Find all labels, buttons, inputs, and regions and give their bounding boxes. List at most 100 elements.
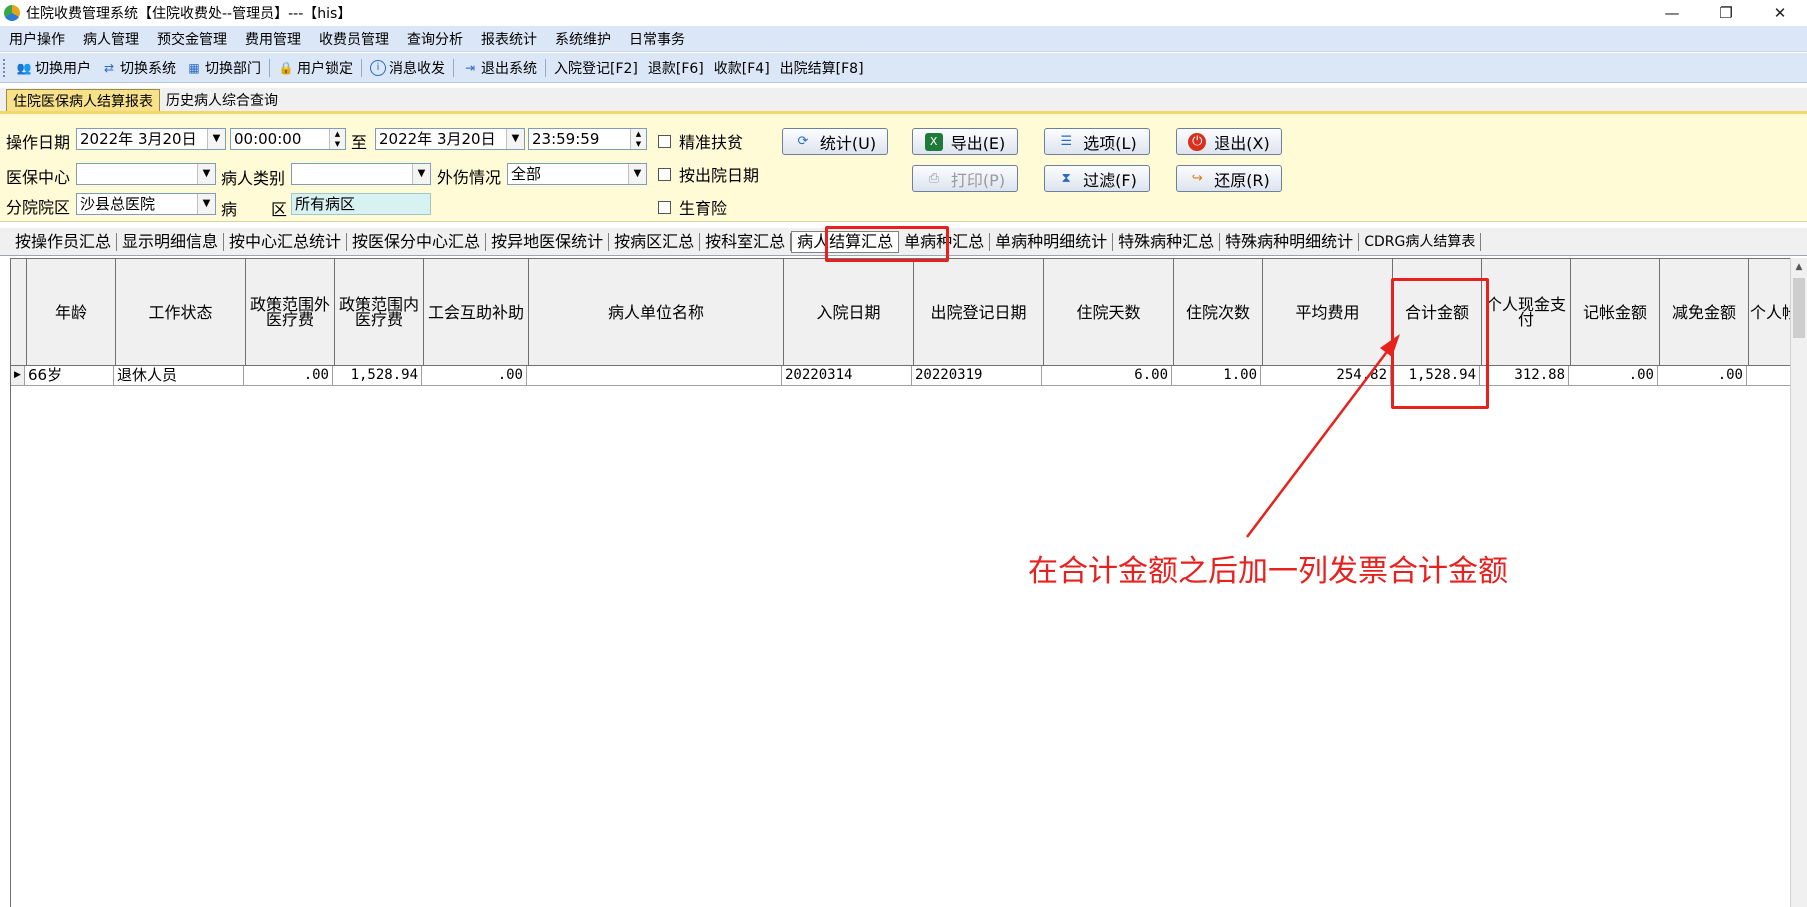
- exit-system-button[interactable]: ⇥ 退出系统: [457, 56, 542, 80]
- export-button[interactable]: X 导出(E): [912, 128, 1018, 155]
- table-cell[interactable]: 退休人员: [114, 366, 244, 386]
- table-cell[interactable]: 6.00: [1042, 366, 1172, 386]
- table-cell[interactable]: 254.82: [1261, 366, 1391, 386]
- branch-select[interactable]: 沙县总医院 ▼: [76, 193, 216, 215]
- admission-register-button[interactable]: 入院登记[F2]: [549, 56, 643, 80]
- annotation-text: 在合计金额之后加一列发票合计金额: [1028, 554, 1508, 589]
- tab-special-disease-detail[interactable]: 特殊病种明细统计: [1220, 232, 1360, 251]
- column-header[interactable]: 住院次数: [1174, 259, 1263, 366]
- maternity-checkbox[interactable]: 生育险: [658, 195, 727, 219]
- op-date-label: 操作日期: [6, 133, 71, 152]
- column-header[interactable]: 平均费用: [1263, 259, 1393, 366]
- vertical-scrollbar[interactable]: ▲: [1790, 258, 1807, 907]
- toolbar-grip[interactable]: [3, 58, 7, 77]
- table-cell[interactable]: 1.00: [1172, 366, 1261, 386]
- lock-user-button[interactable]: 🔒 用户锁定: [273, 56, 358, 80]
- column-header[interactable]: 政策范围内医疗费: [335, 259, 424, 366]
- spin-arrows-icon[interactable]: ▲ ▼: [630, 129, 646, 149]
- time-from-input[interactable]: 00:00:00 ▲ ▼: [230, 128, 346, 150]
- table-row[interactable]: ▶ 66岁 退休人员 .00 1,528.94 .00 20220314 202…: [11, 366, 1807, 386]
- tab-show-detail[interactable]: 显示明细信息: [117, 232, 225, 251]
- table-cell[interactable]: .00: [1569, 366, 1658, 386]
- column-header[interactable]: 工会互助补助: [424, 259, 529, 366]
- injury-select[interactable]: 全部 ▼: [507, 163, 647, 185]
- chevron-down-icon[interactable]: ▼: [197, 194, 215, 214]
- tab-by-operator[interactable]: 按操作员汇总: [10, 232, 118, 251]
- table-cell[interactable]: .00: [422, 366, 527, 386]
- menu-system-maint[interactable]: 系统维护: [546, 29, 620, 49]
- tab-by-ward[interactable]: 按病区汇总: [609, 232, 701, 251]
- insurance-center-select[interactable]: ▼: [76, 163, 216, 185]
- ward-field[interactable]: 所有病区: [291, 193, 431, 215]
- column-header[interactable]: 减免金额: [1660, 259, 1749, 366]
- chevron-down-icon[interactable]: ▼: [207, 129, 225, 149]
- scroll-thumb[interactable]: [1793, 278, 1805, 338]
- column-header[interactable]: 住院天数: [1044, 259, 1174, 366]
- stats-button[interactable]: ⟳ 统计(U): [782, 128, 888, 155]
- column-header[interactable]: 年龄: [27, 259, 116, 366]
- switch-system-button[interactable]: ⇄ 切换系统: [96, 56, 181, 80]
- spin-arrows-icon[interactable]: ▲ ▼: [329, 129, 345, 149]
- date-from-picker[interactable]: 2022年 3月20日 ▼: [76, 128, 226, 150]
- column-header[interactable]: 入院日期: [784, 259, 914, 366]
- column-header[interactable]: 个人现金支付: [1482, 259, 1571, 366]
- exit-button[interactable]: ⏻ 退出(X): [1176, 128, 1282, 155]
- table-cell[interactable]: .00: [1658, 366, 1747, 386]
- checkbox-icon[interactable]: [658, 200, 671, 214]
- print-button[interactable]: ⎙ 打印(P): [912, 165, 1018, 192]
- switch-department-button[interactable]: ▦ 切换部门: [181, 56, 266, 80]
- chevron-down-icon[interactable]: ▼: [628, 164, 646, 184]
- close-button[interactable]: ✕: [1753, 0, 1807, 26]
- filter-button[interactable]: ⧗ 过滤(F): [1044, 165, 1150, 192]
- tab-by-subcenter[interactable]: 按医保分中心汇总: [347, 232, 487, 251]
- tab-single-disease-detail[interactable]: 单病种明细统计: [990, 232, 1114, 251]
- table-cell[interactable]: 1,528.94: [333, 366, 422, 386]
- checkbox-icon[interactable]: [658, 167, 671, 181]
- messages-button[interactable]: i 消息收发: [365, 56, 450, 80]
- column-header[interactable]: 政策范围外医疗费: [246, 259, 335, 366]
- switch-user-button[interactable]: 👥 切换用户: [11, 56, 96, 80]
- restore-button[interactable]: ↪ 还原(R): [1176, 165, 1282, 192]
- chevron-down-icon[interactable]: ▼: [197, 164, 215, 184]
- checkbox-icon[interactable]: [658, 134, 671, 148]
- discharge-date-checkbox[interactable]: 按出院日期: [658, 162, 759, 186]
- table-cell[interactable]: 312.88: [1480, 366, 1569, 386]
- tab-history-query[interactable]: 历史病人综合查询: [160, 89, 284, 111]
- menu-patient-mgmt[interactable]: 病人管理: [74, 29, 148, 49]
- poverty-checkbox[interactable]: 精准扶贫: [658, 129, 743, 153]
- maximize-button[interactable]: ❐: [1699, 0, 1753, 26]
- discharge-settlement-button[interactable]: 出院结算[F8]: [775, 56, 869, 80]
- tab-settlement-report[interactable]: 住院医保病人结算报表: [6, 89, 160, 111]
- menu-fee-mgmt[interactable]: 费用管理: [236, 29, 310, 49]
- column-header[interactable]: 病人单位名称: [529, 259, 784, 366]
- options-button[interactable]: ☰ 选项(L): [1044, 128, 1150, 155]
- column-header[interactable]: 记帐金额: [1571, 259, 1660, 366]
- date-to-picker[interactable]: 2022年 3月20日 ▼: [375, 128, 525, 150]
- column-header[interactable]: 出院登记日期: [914, 259, 1044, 366]
- tab-by-department[interactable]: 按科室汇总: [700, 232, 792, 251]
- menu-user-ops[interactable]: 用户操作: [0, 29, 74, 49]
- table-cell[interactable]: 20220314: [782, 366, 912, 386]
- tab-by-center[interactable]: 按中心汇总统计: [224, 232, 348, 251]
- tab-cdrg-settlement[interactable]: CDRG病人结算表: [1359, 232, 1482, 251]
- menu-daily-affairs[interactable]: 日常事务: [620, 29, 694, 49]
- menu-report-stats[interactable]: 报表统计: [472, 29, 546, 49]
- chevron-down-icon[interactable]: ▼: [506, 129, 524, 149]
- refund-button[interactable]: 退款[F6]: [643, 56, 709, 80]
- minimize-button[interactable]: —: [1645, 0, 1699, 26]
- collect-payment-button[interactable]: 收款[F4]: [709, 56, 775, 80]
- table-cell[interactable]: 66岁: [25, 366, 114, 386]
- tab-remote-insurance[interactable]: 按异地医保统计: [486, 232, 610, 251]
- time-to-input[interactable]: 23:59:59 ▲ ▼: [528, 128, 647, 150]
- menu-prepay-mgmt[interactable]: 预交金管理: [148, 29, 236, 49]
- table-cell[interactable]: 20220319: [912, 366, 1042, 386]
- table-cell[interactable]: .00: [244, 366, 333, 386]
- scroll-up-icon[interactable]: ▲: [1791, 258, 1807, 275]
- tab-special-disease[interactable]: 特殊病种汇总: [1113, 232, 1221, 251]
- column-header[interactable]: 工作状态: [116, 259, 246, 366]
- menu-cashier-mgmt[interactable]: 收费员管理: [310, 29, 398, 49]
- table-cell[interactable]: [527, 366, 782, 386]
- menu-query-analysis[interactable]: 查询分析: [398, 29, 472, 49]
- chevron-down-icon[interactable]: ▼: [412, 164, 430, 184]
- patient-type-select[interactable]: ▼: [291, 163, 431, 185]
